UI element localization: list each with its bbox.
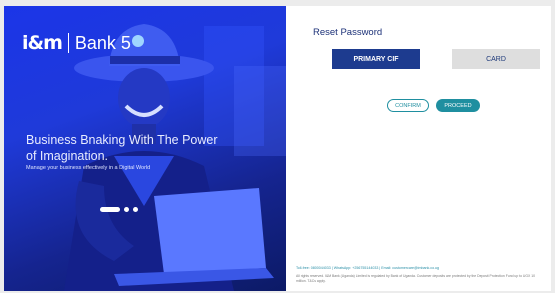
hero-panel: i&m Bank 5 Business Bnaking With The Pow… — [4, 6, 286, 291]
logo-swoosh-icon — [131, 35, 144, 47]
carousel-dots — [100, 207, 138, 212]
hero-subtitle: Manage your business effectively in a Di… — [26, 165, 151, 171]
page-title: Reset Password — [313, 27, 383, 38]
logo-divider — [67, 33, 69, 53]
tab-card[interactable]: CARD — [452, 49, 540, 69]
carousel-dot[interactable] — [124, 207, 129, 212]
confirm-button[interactable]: CONFIRM — [387, 99, 429, 112]
reset-password-panel: Reset Password PRIMARY CIF CARD CONFIRM … — [286, 6, 551, 291]
footer-legal: All rights reserved. I&M Bank (Uganda) L… — [296, 274, 535, 283]
page-frame: i&m Bank 5 Business Bnaking With The Pow… — [0, 0, 555, 293]
carousel-dot[interactable] — [133, 207, 138, 212]
logo-mark: i&m — [22, 32, 63, 54]
hero-title: Business Bnaking With The Power of Imagi… — [26, 133, 218, 163]
carousel-dot-active[interactable] — [100, 207, 120, 212]
proceed-button[interactable]: PROCEED — [436, 99, 480, 112]
bank-logo: i&m Bank 5 — [22, 32, 144, 54]
footer-contact: Toll-free: 0800044033 | WhatsApp: +25675… — [296, 266, 440, 270]
tab-primary-cif[interactable]: PRIMARY CIF — [332, 49, 420, 69]
logo-text: Bank 5 — [74, 32, 131, 53]
